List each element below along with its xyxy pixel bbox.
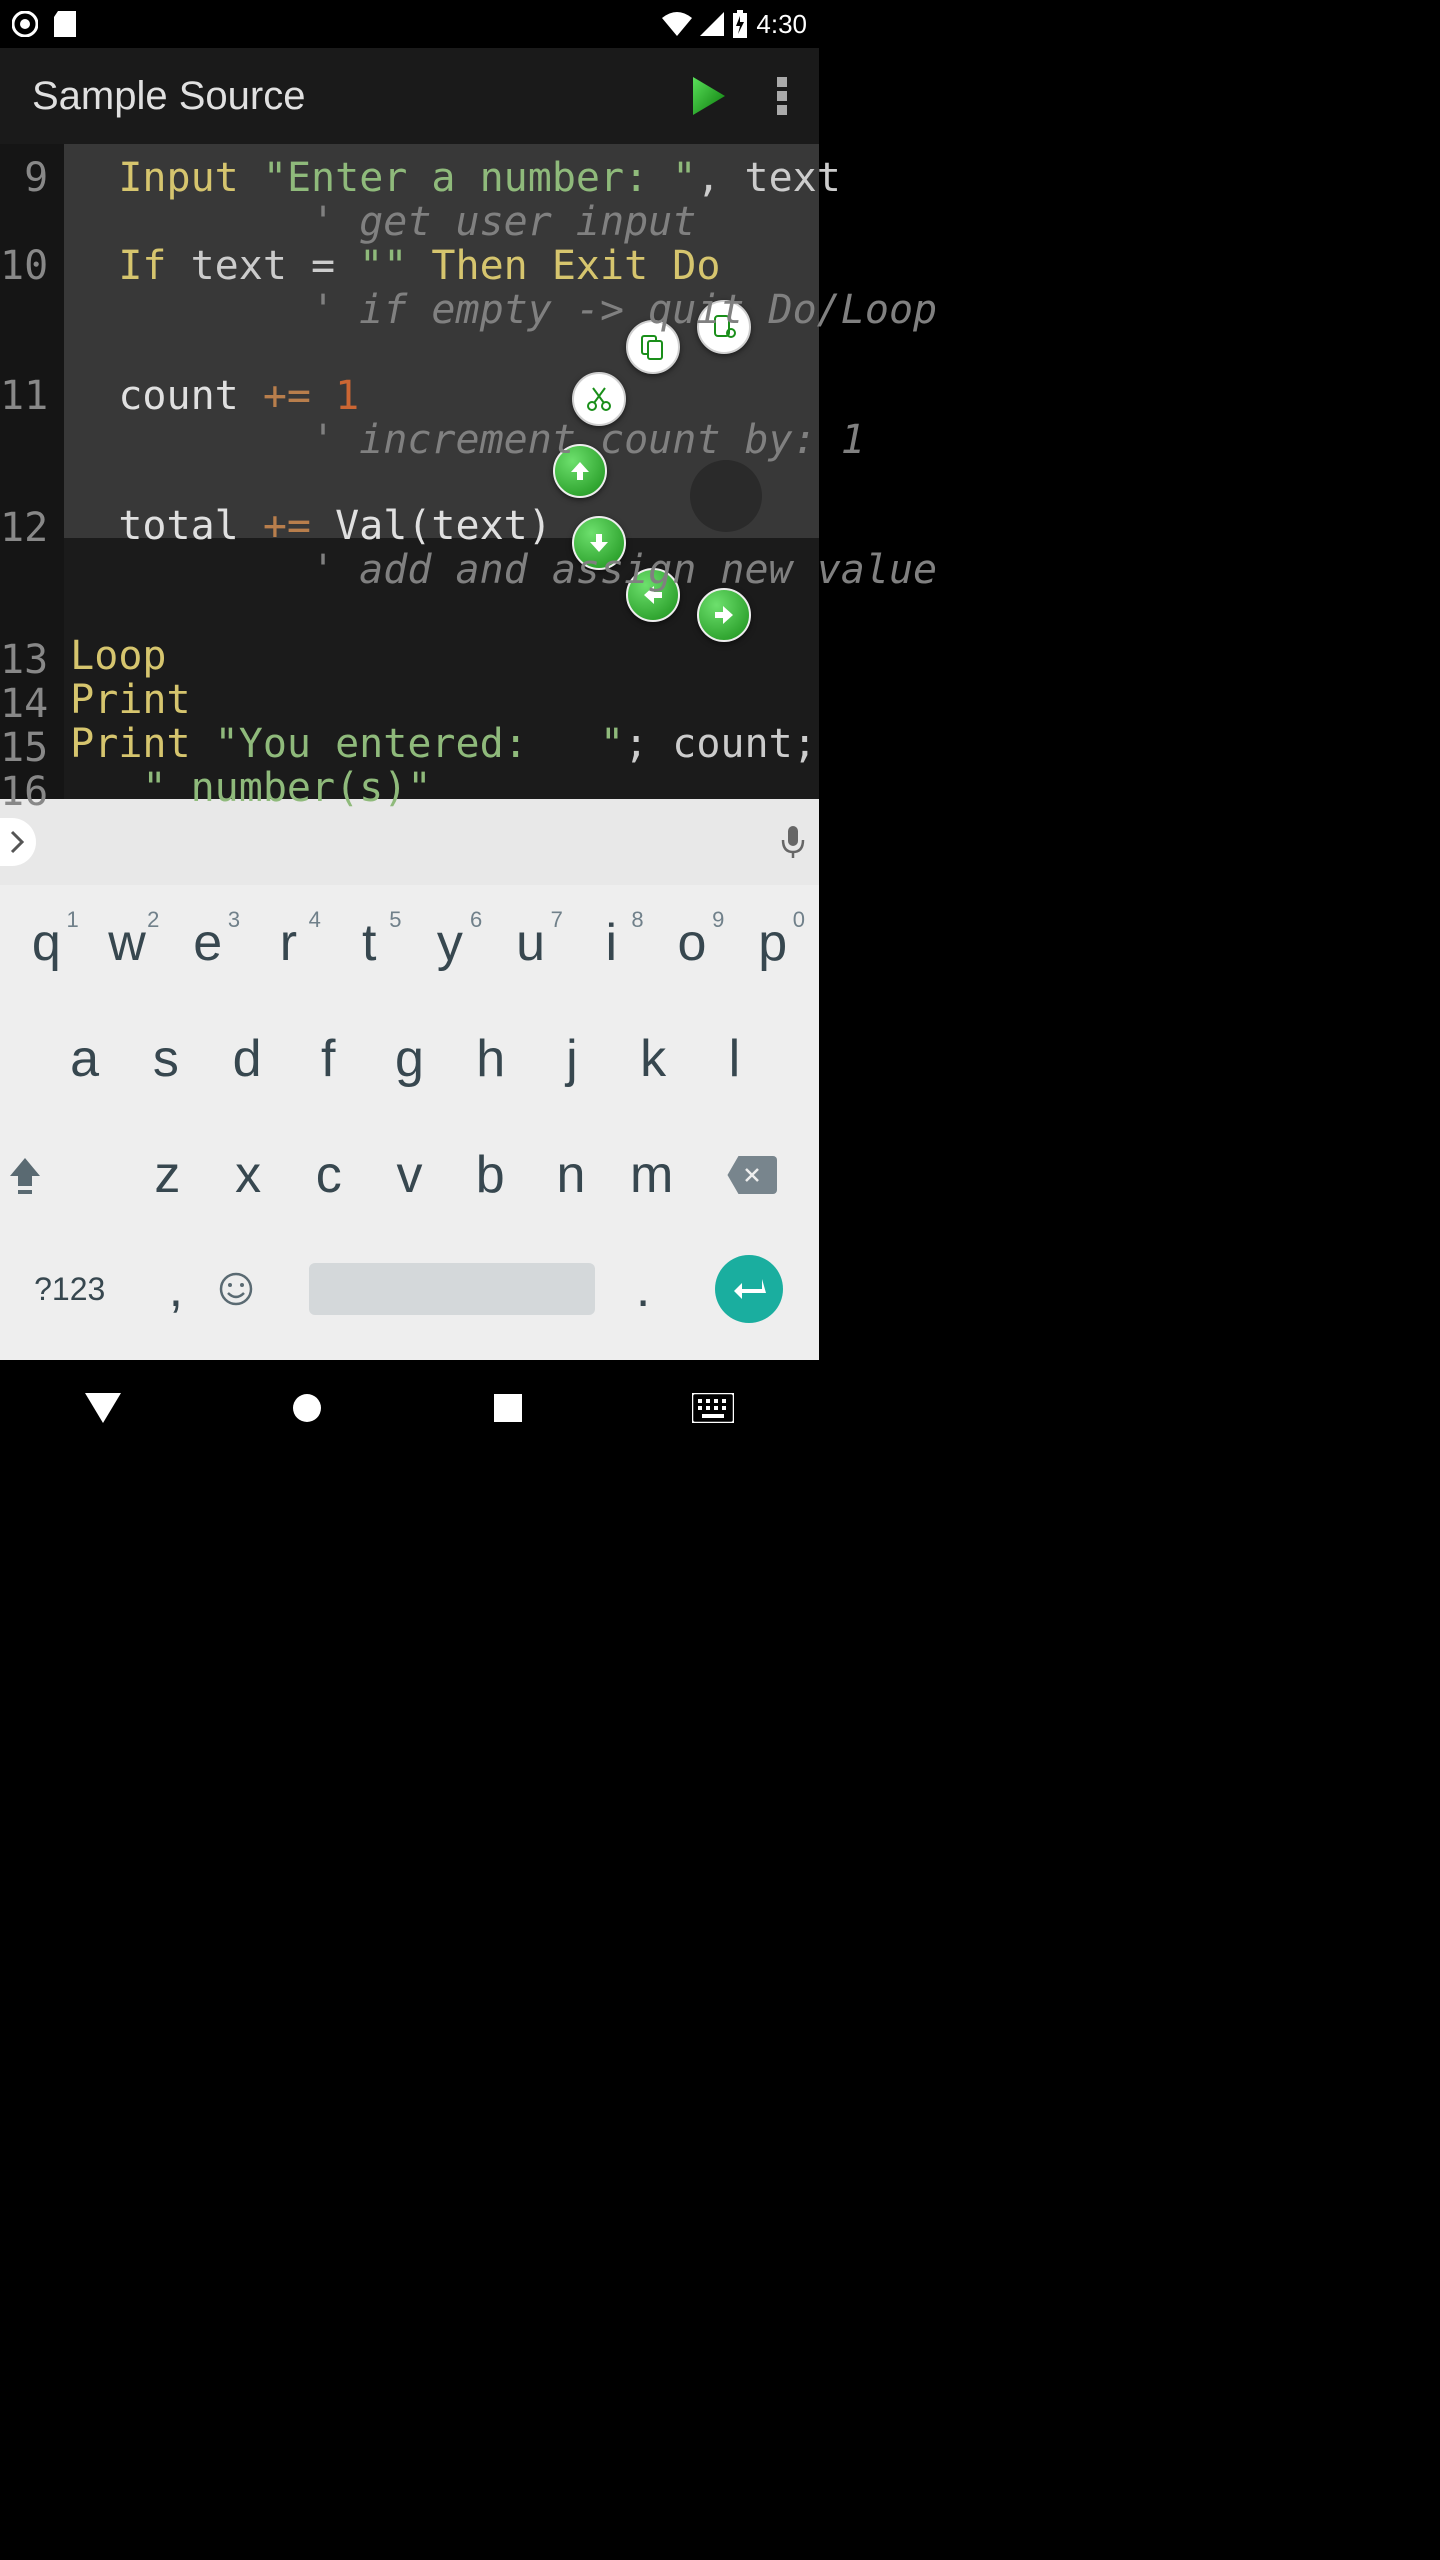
- key-hint: 1: [66, 907, 78, 933]
- key-l[interactable]: l: [694, 1029, 775, 1089]
- line-number: 11: [0, 374, 64, 506]
- code-body[interactable]: Input "Enter a number: ", text ' get use…: [64, 144, 937, 799]
- key-u[interactable]: u7: [490, 913, 571, 973]
- comma-key[interactable]: ,: [133, 1259, 218, 1319]
- wifi-icon: [662, 12, 692, 36]
- page-title: Sample Source: [32, 74, 305, 119]
- overflow-menu-icon[interactable]: [777, 75, 787, 117]
- shift-key[interactable]: [6, 1154, 127, 1196]
- period-key[interactable]: .: [601, 1259, 686, 1319]
- soft-keyboard: q1w2e3r4t5y6u7i8o9p0 asdfghjkl zxcvbnm ?…: [0, 885, 819, 1360]
- emoji-key[interactable]: [218, 1271, 303, 1307]
- key-b[interactable]: b: [450, 1145, 531, 1205]
- status-bar: 4:30: [0, 0, 819, 48]
- line-number: 13: [0, 638, 64, 682]
- key-hint: 9: [712, 907, 724, 933]
- cell-signal-icon: [700, 12, 724, 36]
- code-line[interactable]: Loop: [64, 634, 937, 678]
- line-number: 9: [0, 156, 64, 244]
- enter-key[interactable]: [686, 1255, 813, 1323]
- key-p[interactable]: p0: [732, 913, 813, 973]
- key-hint: 2: [147, 907, 159, 933]
- spacebar-key[interactable]: [303, 1263, 600, 1315]
- key-hint: 4: [309, 907, 321, 933]
- key-o[interactable]: o9: [652, 913, 733, 973]
- status-time: 4:30: [756, 9, 807, 40]
- code-editor[interactable]: 9 10 11 12 13 14 15 16 Input "Enter a nu…: [0, 144, 819, 799]
- back-button[interactable]: [85, 1393, 121, 1423]
- chevron-right-icon: [10, 830, 26, 854]
- code-line-wrap[interactable]: ' add and assign new value: [64, 548, 937, 592]
- key-v[interactable]: v: [369, 1145, 450, 1205]
- key-f[interactable]: f: [288, 1029, 369, 1089]
- key-h[interactable]: h: [450, 1029, 531, 1089]
- key-r[interactable]: r4: [248, 913, 329, 973]
- key-q[interactable]: q1: [6, 913, 87, 973]
- code-line[interactable]: Input "Enter a number: ", text: [64, 156, 937, 200]
- key-g[interactable]: g: [369, 1029, 450, 1089]
- code-line-wrap[interactable]: ' increment count by: 1: [64, 418, 937, 462]
- mic-icon: [779, 824, 807, 860]
- battery-charging-icon: [732, 10, 748, 38]
- code-line-wrap[interactable]: " number(s)": [64, 766, 937, 810]
- android-nav-bar: [0, 1360, 819, 1456]
- key-w[interactable]: w2: [87, 913, 168, 973]
- key-d[interactable]: d: [206, 1029, 287, 1089]
- key-c[interactable]: c: [288, 1145, 369, 1205]
- key-x[interactable]: x: [208, 1145, 289, 1205]
- enter-icon: [732, 1275, 766, 1303]
- backspace-key[interactable]: [692, 1156, 813, 1194]
- key-j[interactable]: j: [531, 1029, 612, 1089]
- key-k[interactable]: k: [613, 1029, 694, 1089]
- voice-input-button[interactable]: [779, 824, 807, 860]
- key-hint: 8: [631, 907, 643, 933]
- key-i[interactable]: i8: [571, 913, 652, 973]
- key-a[interactable]: a: [44, 1029, 125, 1089]
- key-z[interactable]: z: [127, 1145, 208, 1205]
- line-number: 12: [0, 506, 64, 638]
- run-button[interactable]: [687, 75, 729, 117]
- record-icon: [12, 11, 38, 37]
- key-s[interactable]: s: [125, 1029, 206, 1089]
- line-number: 16: [0, 770, 64, 814]
- keyboard-switch-button[interactable]: [692, 1393, 734, 1423]
- key-m[interactable]: m: [611, 1145, 692, 1205]
- key-e[interactable]: e3: [167, 913, 248, 973]
- code-line[interactable]: Print: [64, 678, 937, 722]
- emoji-icon: [218, 1271, 303, 1307]
- app-bar: Sample Source: [0, 48, 819, 144]
- key-y[interactable]: y6: [410, 913, 491, 973]
- key-hint: 5: [389, 907, 401, 933]
- sd-card-icon: [54, 11, 76, 37]
- key-hint: 3: [228, 907, 240, 933]
- line-number: 10: [0, 244, 64, 332]
- code-line[interactable]: count += 1: [64, 374, 937, 418]
- shift-icon: [6, 1154, 127, 1196]
- key-hint: 0: [793, 907, 805, 933]
- symbols-key[interactable]: ?123: [6, 1271, 133, 1308]
- recents-button[interactable]: [494, 1394, 522, 1422]
- line-number-gutter: 9 10 11 12 13 14 15 16: [0, 144, 64, 799]
- key-hint: 6: [470, 907, 482, 933]
- key-t[interactable]: t5: [329, 913, 410, 973]
- keyboard-suggestion-bar: [0, 799, 819, 885]
- code-line-wrap[interactable]: ' if empty -> quit Do/Loop: [64, 288, 937, 332]
- code-line[interactable]: total += Val(text): [64, 504, 937, 548]
- code-line[interactable]: Print "You entered: "; count;: [64, 722, 937, 766]
- home-button[interactable]: [291, 1392, 323, 1424]
- code-line[interactable]: If text = "" Then Exit Do: [64, 244, 937, 288]
- code-line-wrap[interactable]: ' get user input: [64, 200, 937, 244]
- line-number: 14: [0, 682, 64, 726]
- backspace-icon: [692, 1156, 813, 1194]
- line-number: 15: [0, 726, 64, 770]
- key-n[interactable]: n: [531, 1145, 612, 1205]
- key-hint: 7: [551, 907, 563, 933]
- expand-suggestions-button[interactable]: [0, 818, 36, 866]
